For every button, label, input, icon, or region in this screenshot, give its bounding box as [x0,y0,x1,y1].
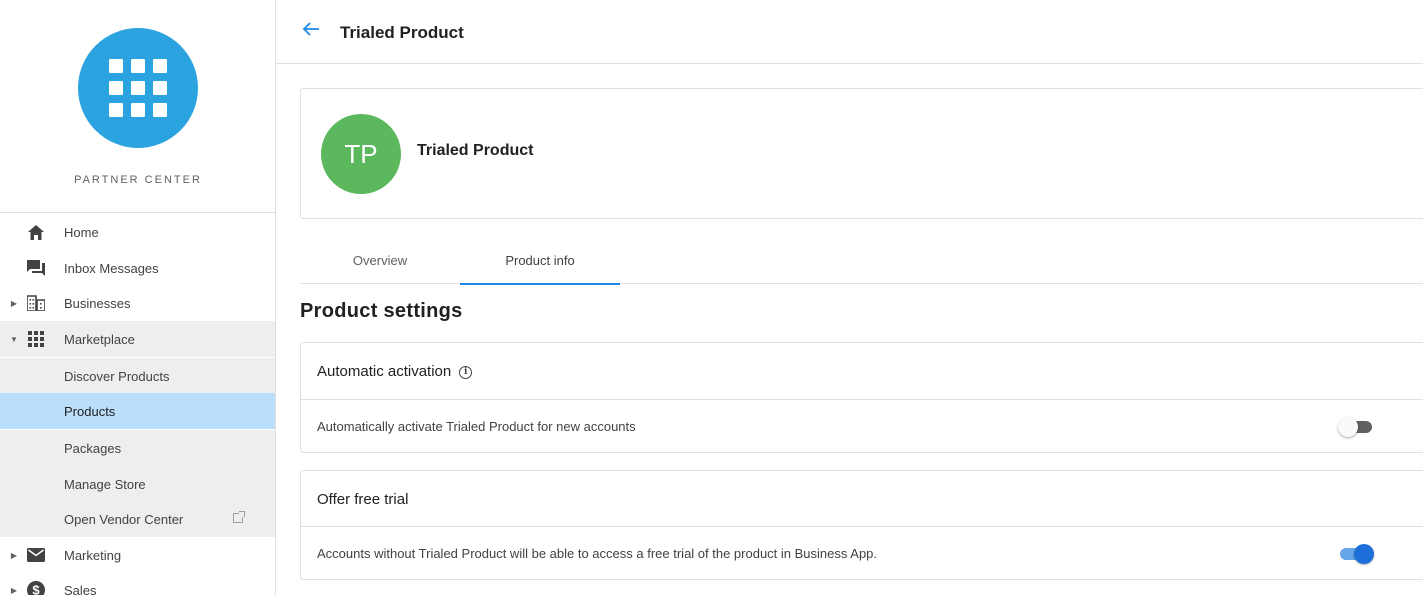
dollar-icon: $ [25,580,47,595]
sidebar-item-label: Inbox Messages [64,260,159,276]
brand-name: PARTNER CENTER [74,174,202,186]
mail-icon [25,545,47,565]
sidebar-item-packages[interactable]: Packages [0,430,275,466]
caret-right-icon: ▶ [10,550,18,560]
partner-center-logo[interactable] [78,28,198,148]
apps-icon [25,329,47,349]
card-title: Automatic activation [317,363,452,380]
sidebar-item-sales[interactable]: ▶ $ Sales [0,572,275,595]
caret-down-icon: ▼ [10,334,18,344]
tab-product-info[interactable]: Product info [460,236,620,285]
card-row: Accounts without Trialed Product will be… [301,527,1423,579]
sidebar-item-inbox[interactable]: Inbox Messages [0,250,275,286]
sidebar-item-discover-products[interactable]: Discover Products [0,358,275,394]
sidebar-item-marketing[interactable]: ▶ Marketing [0,537,275,573]
card-title: Offer free trial [317,491,409,508]
sidebar-item-home[interactable]: Home [0,214,275,250]
product-avatar: TP [321,114,401,194]
sidebar-item-manage-store[interactable]: Manage Store [0,466,275,502]
sidebar-item-marketplace[interactable]: ▼ Marketplace [0,321,275,357]
info-icon[interactable]: i [459,365,473,379]
product-tabs: Overview Product info [300,236,1423,285]
card-header: Automatic activation i [301,343,1423,400]
product-name: Trialed Product [417,142,534,159]
sidebar-item-label: Home [64,224,99,240]
setting-description: Automatically activate Trialed Product f… [317,419,636,434]
brand: PARTNER CENTER [0,0,275,213]
sidebar-item-label: Discover Products [64,368,170,384]
page-title: Trialed Product [340,23,464,42]
free-trial-card: Offer free trial Accounts without Triale… [300,470,1423,580]
building-icon [25,293,47,313]
caret-right-icon: ▶ [10,298,18,308]
svg-text:$: $ [32,583,40,595]
sidebar-item-label: Sales [64,582,97,595]
sidebar-item-label: Businesses [64,295,131,311]
page-header: Trialed Product [276,0,1423,64]
setting-description: Accounts without Trialed Product will be… [317,546,878,561]
toggle-thumb [1354,544,1374,564]
sidebar-item-products[interactable]: Products [0,393,275,429]
home-icon [25,222,47,242]
free-trial-toggle[interactable] [1338,544,1374,564]
sidebar-item-label: Packages [64,440,122,456]
back-arrow-icon[interactable] [302,20,324,42]
sidebar-item-label: Marketing [64,547,122,563]
card-row: Automatically activate Trialed Product f… [301,400,1423,452]
apps-grid-icon [109,59,167,117]
sidebar-item-label: Products [64,403,116,419]
sidebar-item-label: Manage Store [64,476,146,492]
caret-right-icon: ▶ [10,585,18,595]
toggle-thumb [1338,417,1358,437]
automatic-activation-card: Automatic activation i Automatically acti… [300,342,1423,453]
card-header: Offer free trial [301,471,1423,527]
sidebar-item-label: Marketplace [64,331,135,347]
tab-overview[interactable]: Overview [300,236,460,284]
sidebar-item-open-vendor-center[interactable]: Open Vendor Center [0,501,275,537]
product-card: TP Trialed Product [300,88,1423,219]
auto-activation-toggle[interactable] [1338,417,1374,437]
sidebar-item-label: Open Vendor Center [64,511,184,527]
chat-icon [25,258,47,278]
sidebar-item-businesses[interactable]: ▶ Businesses [0,285,275,321]
sidebar: PARTNER CENTER Home Inbox Messages ▶ Bus… [0,0,276,595]
open-in-new-icon [233,511,245,523]
section-title: Product settings [300,300,463,322]
